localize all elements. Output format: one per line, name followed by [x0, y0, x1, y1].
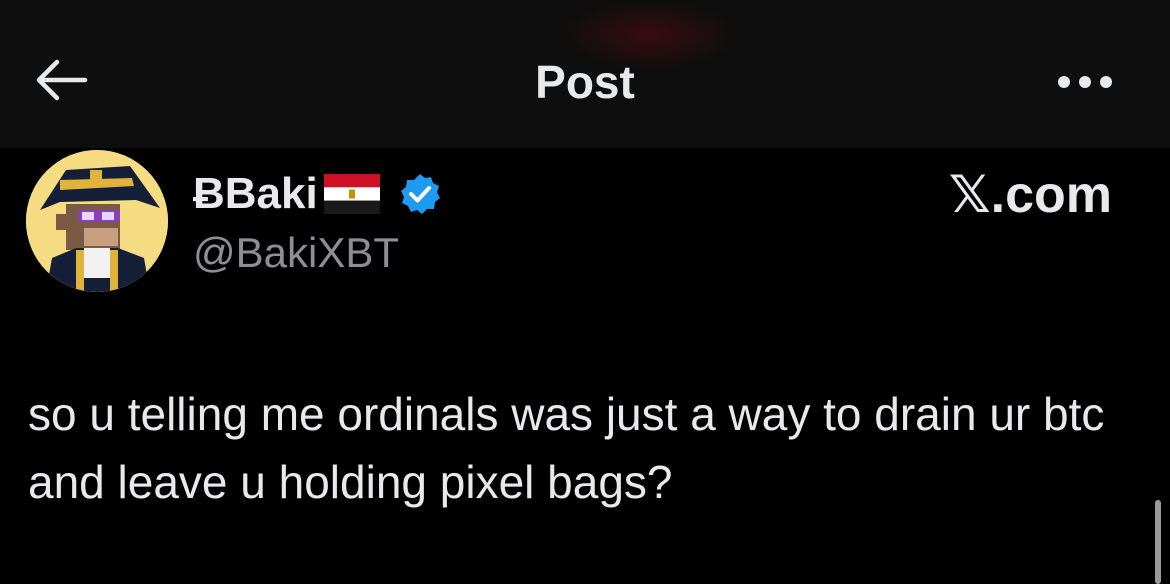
more-horizontal-icon [1058, 76, 1112, 88]
top-bar: Post [0, 0, 1170, 148]
author-name[interactable]: ɃBaki [193, 169, 318, 219]
source-label: 𝕏.com [948, 166, 1112, 224]
scrollbar[interactable] [1155, 500, 1161, 584]
avatar[interactable] [26, 150, 168, 292]
post-text: so u telling me ordinals was just a way … [28, 388, 1105, 508]
egypt-flag-icon [323, 174, 380, 214]
author-handle[interactable]: @BakiXBT [193, 228, 399, 278]
author-name-prefix: Ƀ [193, 169, 225, 218]
author-name-text: Baki [224, 169, 318, 218]
author-row: ɃBaki [193, 166, 442, 222]
verified-badge-icon [400, 174, 440, 214]
page-title: Post [535, 56, 635, 108]
more-options-button[interactable] [1050, 60, 1120, 104]
